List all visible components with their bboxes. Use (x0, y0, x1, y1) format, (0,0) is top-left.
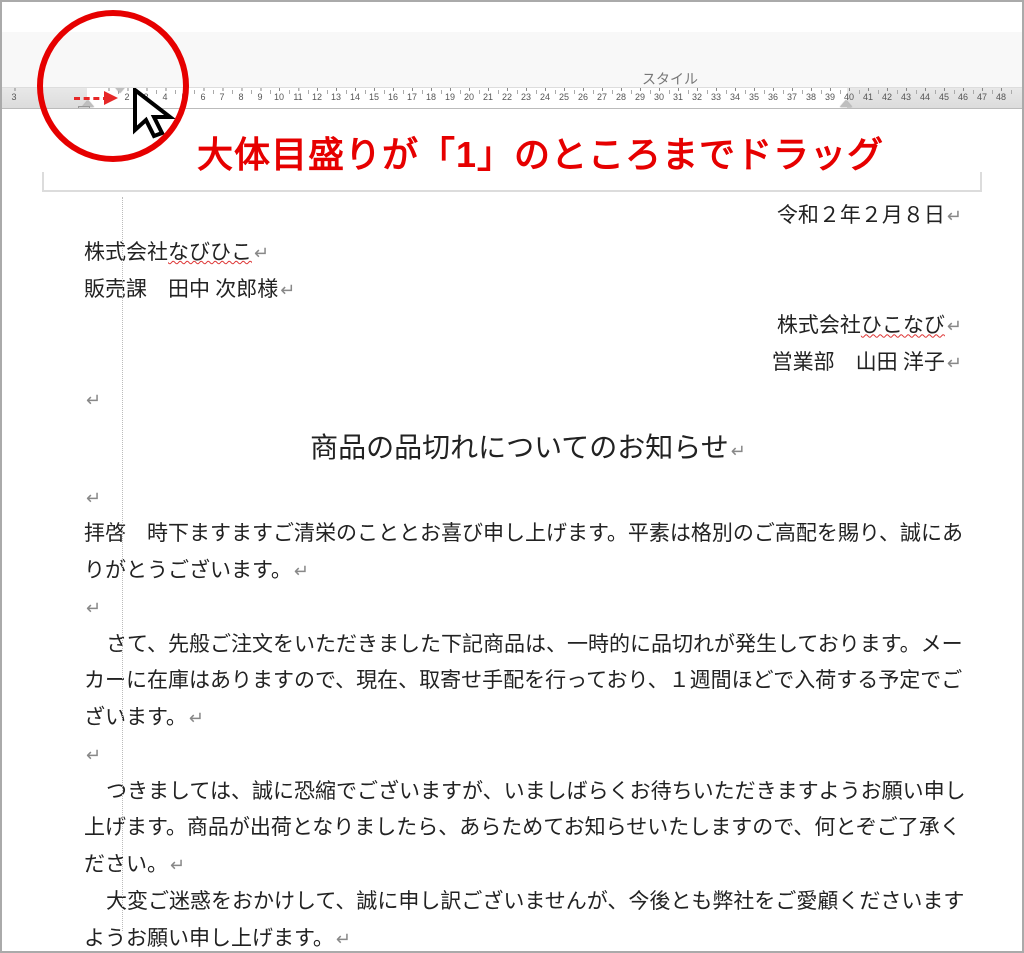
body-p1-text: 拝啓 時下ますますご清栄のこととお喜び申し上げます。平素は格別のご高配を賜り、誠… (84, 521, 963, 582)
paragraph-mark-icon: ↵ (254, 243, 269, 263)
paragraph-mark-icon: ↵ (170, 855, 185, 875)
body-p3-text: つきましては、誠に恐縮でございますが、いましばらくお待ちいただきますようお願い申… (84, 779, 966, 877)
paragraph-mark-icon: ↵ (86, 598, 101, 618)
recipient-person-line[interactable]: 販売課 田中 次郎様↵ (84, 271, 972, 308)
blank-line[interactable]: ↵ (84, 736, 972, 773)
styles-group-label: スタイル (642, 69, 698, 89)
paragraph-mark-icon: ↵ (294, 561, 309, 581)
date-line[interactable]: 令和２年２月８日↵ (84, 197, 972, 234)
body-p3[interactable]: つきましては、誠に恐縮でございますが、いましばらくお待ちいただきますようお願い申… (84, 773, 972, 883)
date-text: 令和２年２月８日 (777, 203, 945, 227)
body-p4[interactable]: 大変ご迷惑をおかけして、誠に申し訳ございませんが、今後とも弊社をご愛顧くださいま… (84, 883, 972, 953)
sender-company-line[interactable]: 株式会社ひこなび↵ (84, 307, 972, 344)
horizontal-ruler[interactable]: 3123456789101112131415161718192021222324… (2, 88, 1022, 109)
ruler-ticks: 3123456789101112131415161718192021222324… (2, 88, 1022, 108)
paragraph-mark-icon: ↵ (86, 390, 101, 410)
recipient-person: 販売課 田中 次郎様 (84, 277, 278, 301)
blank-line[interactable]: ↵ (84, 479, 972, 516)
document-title[interactable]: 商品の品切れについてのお知らせ↵ (84, 424, 972, 473)
paragraph-mark-icon: ↵ (731, 441, 746, 461)
drag-direction-arrow (74, 95, 124, 101)
body-p2[interactable]: さて、先般ご注文をいただきました下記商品は、一時的に品切れが発生しております。メ… (84, 626, 972, 736)
paragraph-mark-icon: ↵ (947, 206, 962, 226)
recipient-company-line[interactable]: 株式会社なびひこ↵ (84, 234, 972, 271)
paragraph-mark-icon: ↵ (280, 280, 295, 300)
sender-person-line[interactable]: 営業部 山田 洋子↵ (84, 344, 972, 381)
left-indent-marker[interactable] (78, 106, 90, 109)
page-top-margin-guide (42, 172, 982, 192)
toolbar-strip (2, 32, 1022, 87)
sender-person: 営業部 山田 洋子 (772, 350, 945, 374)
paragraph-mark-icon: ↵ (189, 708, 204, 728)
sender-company: 株式会社ひこなび (777, 313, 945, 337)
right-indent-marker[interactable] (840, 100, 852, 107)
document-body: 令和２年２月８日↵ 株式会社なびひこ↵ 販売課 田中 次郎様↵ 株式会社ひこなび… (84, 197, 972, 931)
paragraph-mark-icon: ↵ (336, 929, 351, 949)
body-p1[interactable]: 拝啓 時下ますますご清栄のこととお喜び申し上げます。平素は格別のご高配を賜り、誠… (84, 515, 972, 589)
title-text: 商品の品切れについてのお知らせ (310, 433, 729, 464)
paragraph-mark-icon: ↵ (947, 316, 962, 336)
recipient-company: 株式会社なびひこ (84, 240, 252, 264)
paragraph-mark-icon: ↵ (86, 745, 101, 765)
instruction-caption: 大体目盛りが「1」のところまでドラッグ (197, 126, 884, 178)
blank-line[interactable]: ↵ (84, 381, 972, 418)
indent-guide-line (122, 197, 123, 931)
paragraph-mark-icon: ↵ (947, 353, 962, 373)
screenshot-frame: スタイル 31234567891011121314151617181920212… (0, 0, 1024, 953)
paragraph-mark-icon: ↵ (86, 488, 101, 508)
body-p2-text: さて、先般ご注文をいただきました下記商品は、一時的に品切れが発生しております。メ… (84, 632, 963, 730)
body-p4-text: 大変ご迷惑をおかけして、誠に申し訳ございませんが、今後とも弊社をご愛顧くださいま… (84, 889, 964, 950)
blank-line[interactable]: ↵ (84, 589, 972, 626)
